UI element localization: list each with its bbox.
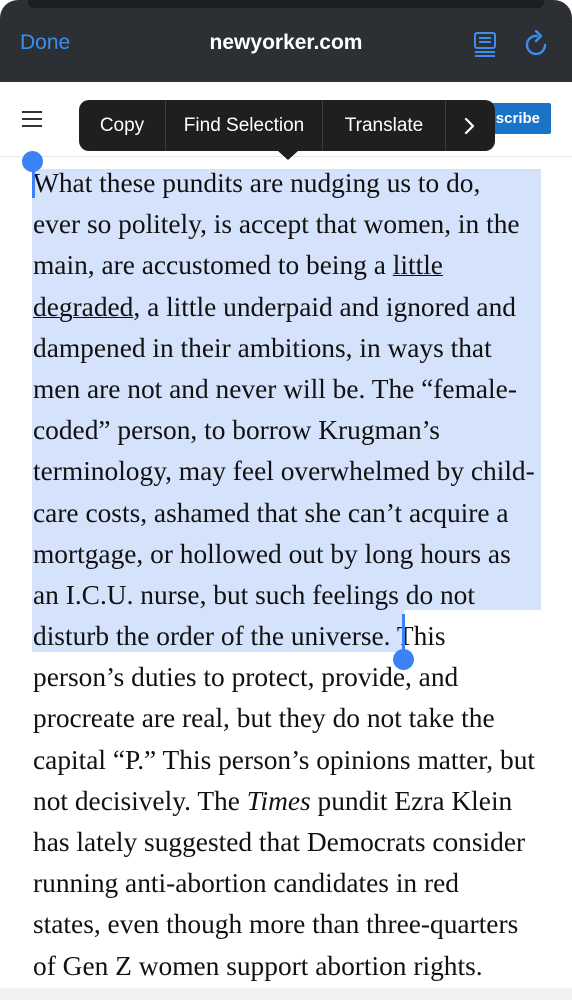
article-text: disturb the order of the universe. bbox=[33, 621, 397, 652]
article-line: capital “P.” This person’s opinions matt… bbox=[33, 744, 536, 775]
article-link[interactable]: degraded bbox=[33, 292, 133, 322]
article-line: running anti-abortion candidates in red bbox=[33, 868, 459, 899]
article-line: mortgage, or hollowed out by long hours … bbox=[33, 538, 511, 569]
article-line: an I.C.U. nurse, but such feelings do no… bbox=[33, 579, 475, 610]
selection-end-handle[interactable] bbox=[393, 649, 414, 670]
selection-start-caret bbox=[32, 170, 35, 198]
article-link[interactable]: little bbox=[393, 250, 443, 280]
browser-toolbar: Done newyorker.com bbox=[0, 0, 572, 82]
reload-icon[interactable] bbox=[524, 30, 550, 58]
translate-menu-item[interactable]: Translate bbox=[323, 100, 445, 151]
article-line: ever so politely, is accept that women, … bbox=[33, 209, 520, 240]
article-line: person’s duties to protect, provide, and bbox=[33, 662, 459, 693]
article-line: has lately suggested that Democrats cons… bbox=[33, 827, 526, 857]
article-line: of Gen Z women support abortion rights. bbox=[33, 950, 483, 981]
article-italic: Times bbox=[246, 785, 311, 816]
article-body[interactable]: What these pundits are nudging us to do,… bbox=[33, 163, 548, 987]
reader-view-icon[interactable] bbox=[472, 31, 498, 57]
selection-end-caret bbox=[402, 614, 405, 654]
chevron-right-icon[interactable] bbox=[446, 100, 494, 151]
article-line: main, are accustomed to being a little bbox=[33, 245, 548, 286]
article-text: pundit Ezra Klein bbox=[310, 785, 513, 816]
article-line: terminology, may feel overwhelmed by chi… bbox=[33, 456, 535, 487]
article-line: procreate are real, but they do not take… bbox=[33, 703, 495, 734]
article-line: coded” person, to borrow Krugman’s bbox=[33, 415, 440, 446]
article-text: , a little underpaid and ignored and bbox=[133, 291, 516, 322]
article-line: not decisively. The Times pundit Ezra Kl… bbox=[33, 781, 548, 822]
menu-pointer bbox=[278, 151, 298, 160]
article-line: men are not and never will be. The “fema… bbox=[33, 373, 517, 404]
selection-context-menu: Copy Find Selection Translate bbox=[79, 100, 495, 160]
copy-menu-item[interactable]: Copy bbox=[79, 100, 165, 151]
hamburger-menu-icon[interactable] bbox=[22, 109, 44, 127]
article-line: states, even though more than three-quar… bbox=[33, 909, 519, 940]
article-line: care costs, ashamed that she can’t acqui… bbox=[33, 497, 509, 528]
bottom-toolbar-edge bbox=[0, 988, 572, 1000]
article-line: degraded, a little underpaid and ignored… bbox=[33, 287, 548, 328]
article-line: disturb the order of the universe. This bbox=[33, 616, 548, 657]
article-text: not decisively. The bbox=[33, 785, 247, 816]
selection-start-handle[interactable] bbox=[22, 151, 43, 172]
article-line: dampened in their ambitions, in ways tha… bbox=[33, 332, 492, 363]
article-line: What these pundits are nudging us to do, bbox=[33, 168, 481, 198]
status-notch bbox=[28, 0, 544, 8]
find-selection-menu-item[interactable]: Find Selection bbox=[166, 100, 322, 151]
article-text: main, are accustomed to being a bbox=[33, 250, 393, 281]
